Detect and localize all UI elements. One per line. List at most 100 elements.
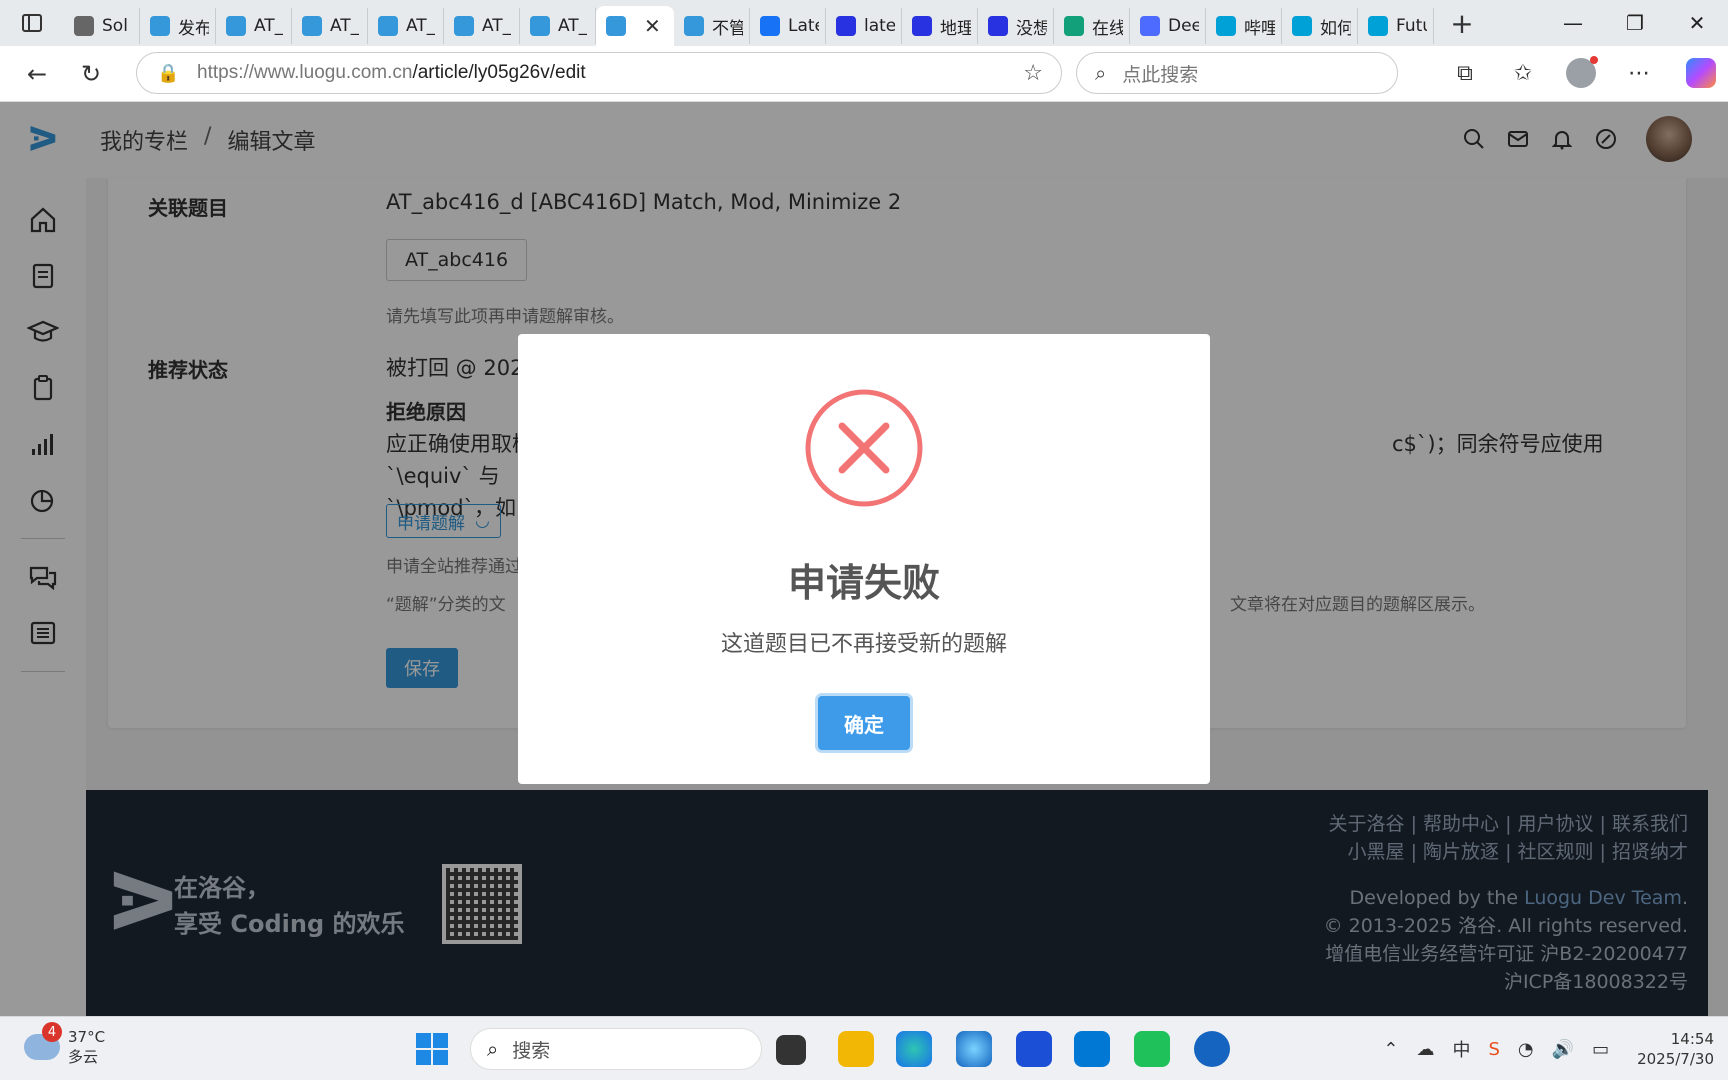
lenovo-icon[interactable] bbox=[1016, 1031, 1052, 1067]
more-menu-icon[interactable]: ⋯ bbox=[1610, 61, 1668, 86]
battery-icon[interactable]: ▭ bbox=[1592, 1039, 1609, 1060]
tab-title: late bbox=[864, 16, 895, 36]
store-icon[interactable] bbox=[1074, 1031, 1110, 1067]
taskbar-search-label: 搜索 bbox=[512, 1039, 551, 1062]
tab-title: Sol bbox=[102, 16, 128, 36]
close-window-icon[interactable]: ✕ bbox=[1666, 0, 1728, 46]
tab-title: Futu bbox=[1396, 16, 1427, 36]
tab-title: 哔哩 bbox=[1244, 18, 1275, 39]
copilot-icon[interactable] bbox=[1686, 58, 1716, 88]
browser-tab[interactable]: Dee bbox=[1130, 8, 1206, 44]
kugou-icon[interactable] bbox=[1194, 1031, 1230, 1067]
browser-toolbar: ← ↻ 🔒 https://www.luogu.com.cn/article/l… bbox=[0, 46, 1728, 102]
baidu-icon bbox=[988, 16, 1008, 36]
baidu-icon bbox=[912, 16, 932, 36]
luogu-icon bbox=[530, 16, 550, 36]
confirm-button[interactable]: 确定 bbox=[818, 696, 910, 750]
luogu-icon bbox=[378, 16, 398, 36]
tab-title: AT_ bbox=[330, 16, 360, 36]
browser-tab[interactable]: AT_ bbox=[216, 8, 292, 44]
browser-toolbar-right: ⧉ ✩ ⋯ bbox=[1436, 52, 1716, 94]
minimize-icon[interactable]: — bbox=[1542, 0, 1604, 46]
chevron-up-icon[interactable]: ⌃ bbox=[1383, 1039, 1398, 1060]
xi-icon bbox=[1064, 16, 1084, 36]
edge-icon[interactable] bbox=[896, 1031, 932, 1067]
weather-desc: 多云 bbox=[68, 1048, 99, 1066]
luogu-icon bbox=[302, 16, 322, 36]
tab-title: Late bbox=[788, 16, 819, 36]
profile-avatar[interactable] bbox=[1566, 56, 1598, 88]
lock-icon: 🔒 bbox=[157, 62, 180, 84]
browser-tab[interactable]: AT_ bbox=[368, 8, 444, 44]
ime-indicator[interactable]: 中 bbox=[1452, 1036, 1470, 1062]
luogu-icon bbox=[226, 16, 246, 36]
browser-tab[interactable]: Late bbox=[750, 8, 826, 44]
dialog-title: 申请失败 bbox=[787, 561, 940, 605]
tab-list: Sol 发布 AT_ AT_ AT_ AT_ AT_ ✕ 不管 Late late 地理 没想 在线 Dee… bbox=[64, 0, 1434, 46]
browser-tab[interactable]: 地理 bbox=[902, 8, 978, 44]
browser-tab[interactable]: 没想 bbox=[978, 8, 1054, 44]
tab-title: 不管 bbox=[712, 18, 743, 39]
tab-title: 发布 bbox=[178, 18, 209, 39]
browser-tab[interactable]: AT_ bbox=[292, 8, 368, 44]
wifi-icon[interactable]: ◔ bbox=[1518, 1039, 1534, 1060]
sogou-icon[interactable]: S bbox=[1488, 1039, 1499, 1060]
browser-tab[interactable]: AT_ bbox=[444, 8, 520, 44]
browser-tab[interactable]: late bbox=[826, 8, 902, 44]
bilibili-icon bbox=[1292, 16, 1312, 36]
task-view-icon[interactable] bbox=[776, 1035, 806, 1065]
url-text: https://www.luogu.com.cn/article/ly05g26… bbox=[197, 62, 586, 83]
onedrive-icon[interactable]: ☁ bbox=[1416, 1039, 1434, 1060]
tab-title: 没想 bbox=[1016, 18, 1047, 39]
browser-tab[interactable]: 如何 bbox=[1282, 8, 1358, 44]
deepseek-icon bbox=[1140, 16, 1160, 36]
clock[interactable]: 14:54 2025/7/30 bbox=[1637, 1029, 1714, 1069]
browser-tab[interactable]: AT_ bbox=[520, 8, 596, 44]
error-dialog: 申请失败 这道题目已不再接受新的题解 确定 bbox=[518, 334, 1210, 784]
browser-search-box[interactable]: ⌕ 点此搜索 bbox=[1076, 52, 1398, 94]
browser-tab[interactable]: 哔哩 bbox=[1206, 8, 1282, 44]
refresh-icon[interactable]: ↻ bbox=[64, 54, 118, 94]
back-icon[interactable]: ← bbox=[10, 54, 64, 94]
browser-tab[interactable]: ✕ bbox=[596, 6, 674, 46]
windows-start-icon[interactable] bbox=[416, 1033, 448, 1065]
browser-tab[interactable]: 发布 bbox=[140, 8, 216, 44]
weather-widget[interactable]: 4 37°C 多云 bbox=[24, 1022, 106, 1067]
tab-title: Dee bbox=[1168, 16, 1199, 36]
extensions-icon[interactable]: ⧉ bbox=[1436, 61, 1494, 86]
luogu-icon bbox=[454, 16, 474, 36]
restore-icon[interactable]: ❐ bbox=[1604, 0, 1666, 46]
tab-title: AT_ bbox=[482, 16, 512, 36]
address-bar[interactable]: 🔒 https://www.luogu.com.cn/article/ly05g… bbox=[136, 52, 1062, 94]
taskbar-search[interactable]: ⌕ 搜索 bbox=[470, 1028, 762, 1070]
close-tab-icon[interactable]: ✕ bbox=[644, 14, 661, 38]
favorites-icon[interactable]: ✩ bbox=[1494, 61, 1552, 86]
tab-title: 地理 bbox=[940, 18, 971, 39]
favorite-star-icon[interactable]: ☆ bbox=[1023, 61, 1043, 86]
window-controls: — ❐ ✕ bbox=[1542, 0, 1728, 46]
file-explorer-icon[interactable] bbox=[838, 1031, 874, 1067]
volume-icon[interactable]: 🔊 bbox=[1552, 1039, 1574, 1060]
system-tray: ⌃ ☁ 中 S ◔ 🔊 ▭ 14:54 2025/7/30 bbox=[1383, 1017, 1714, 1080]
luogu-icon bbox=[150, 16, 170, 36]
new-tab-button[interactable]: + bbox=[1440, 5, 1484, 41]
browser-tab[interactable]: Sol bbox=[64, 8, 140, 44]
edge-ai-icon[interactable] bbox=[956, 1031, 992, 1067]
tab-title: AT_ bbox=[558, 16, 588, 36]
cloud-icon: 4 bbox=[24, 1022, 62, 1060]
search-placeholder: 点此搜索 bbox=[1122, 63, 1199, 86]
browser-tab[interactable]: 不管 bbox=[674, 8, 750, 44]
tab-title: 在线 bbox=[1092, 18, 1123, 39]
tab-title: AT_ bbox=[254, 16, 284, 36]
weather-temp: 37°C bbox=[68, 1028, 106, 1046]
luogu-icon bbox=[606, 16, 626, 36]
browser-tab[interactable]: Futu bbox=[1358, 8, 1434, 44]
wechat-icon[interactable] bbox=[1134, 1031, 1170, 1067]
browser-tab[interactable]: 在线 bbox=[1054, 8, 1130, 44]
globe-icon bbox=[74, 16, 94, 36]
weather-badge: 4 bbox=[42, 1022, 62, 1042]
windows-taskbar: 4 37°C 多云 ⌕ 搜索 ⌃ ☁ 中 S ◔ 🔊 ▭ 14:54 2025/… bbox=[0, 1016, 1728, 1080]
tab-actions-icon[interactable] bbox=[0, 0, 64, 46]
dialog-message: 这道题目已不再接受新的题解 bbox=[720, 632, 1007, 657]
tab-title: 如何 bbox=[1320, 18, 1351, 39]
